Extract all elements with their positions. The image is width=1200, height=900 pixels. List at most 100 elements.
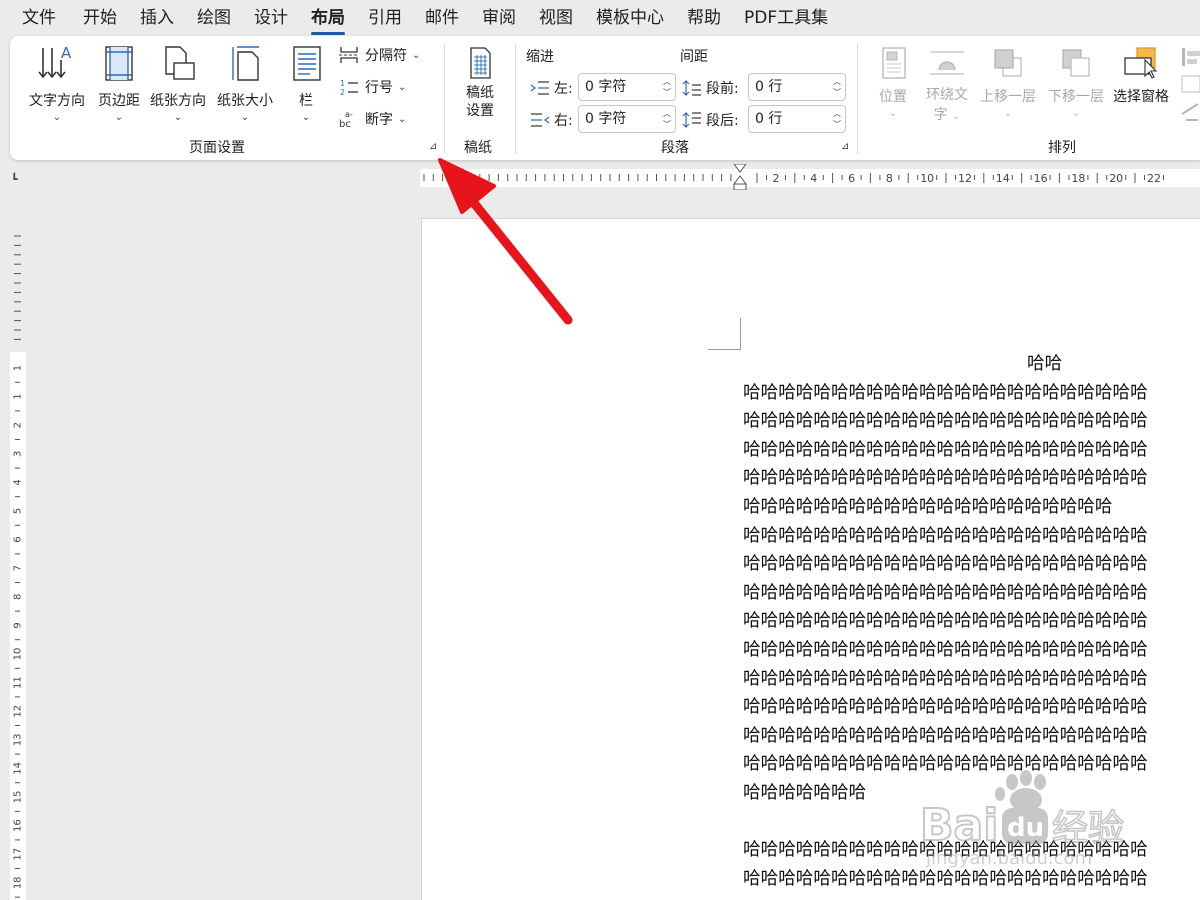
tab-home[interactable]: 开始 bbox=[83, 6, 117, 30]
document-line: 哈哈哈哈哈哈哈哈哈哈哈哈哈哈哈哈哈哈哈哈哈哈哈 bbox=[743, 725, 1148, 746]
chevron-down-icon: ⌄ bbox=[1071, 108, 1081, 119]
hyphenation-icon: a- bc bbox=[339, 110, 353, 129]
text-direction-icon: A bbox=[38, 44, 72, 79]
document-line: 哈哈哈哈哈哈哈哈哈哈哈哈哈哈哈哈哈哈哈哈哈哈哈 bbox=[743, 697, 1148, 718]
svg-text:A: A bbox=[61, 44, 72, 62]
vertical-ruler[interactable]: 112345678910111213141516171819 bbox=[8, 220, 26, 900]
indent-right-input[interactable]: 0 字符 ︿ ﹀ bbox=[578, 105, 676, 133]
watermark-url: jingyan.baidu.com bbox=[925, 848, 1092, 869]
tab-references[interactable]: 引用 bbox=[368, 6, 402, 30]
margin-crop-mark bbox=[708, 318, 741, 350]
page-setup-dialog-launcher-icon[interactable]: ⊿ bbox=[429, 142, 440, 153]
indent-left-input[interactable]: 0 字符 ︿ ﹀ bbox=[578, 73, 676, 101]
line-numbers-icon: 1 2 bbox=[340, 79, 358, 97]
ruler-number: 6 bbox=[13, 536, 24, 542]
chevron-down-icon: ⌄ bbox=[173, 112, 183, 123]
document-line: 哈哈哈哈哈哈哈哈哈哈哈哈哈哈哈哈哈哈哈哈哈哈哈 bbox=[743, 525, 1148, 546]
spacing-after-input[interactable]: 0 行 ︿ ﹀ bbox=[748, 105, 846, 133]
chevron-down-icon: ⌄ bbox=[114, 112, 124, 123]
ruler-number: 14 bbox=[996, 172, 1010, 185]
breaks-icon bbox=[339, 47, 359, 63]
document-line: 哈哈哈哈哈哈哈哈哈哈哈哈哈哈哈哈哈哈哈哈哈哈哈 bbox=[743, 639, 1148, 660]
paragraph-group-label: 段落 bbox=[661, 140, 689, 156]
document-line: 哈哈哈哈哈哈哈哈哈哈哈哈哈哈哈哈哈哈哈哈哈哈哈 bbox=[743, 554, 1148, 575]
ruler-number: 11 bbox=[13, 676, 24, 689]
manuscript-group-label: 稿纸 bbox=[464, 140, 492, 156]
selection-pane-button[interactable]: 选择窗格 bbox=[1110, 46, 1172, 106]
tab-review[interactable]: 审阅 bbox=[482, 6, 516, 30]
bring-forward-icon bbox=[994, 49, 1022, 77]
document-line: 哈哈哈哈哈哈哈哈哈哈哈哈哈哈哈哈哈哈哈哈哈哈哈 bbox=[743, 439, 1148, 460]
paper-size-button[interactable]: 纸张大小 ⌄ bbox=[213, 44, 277, 123]
ruler-number: 20 bbox=[1109, 172, 1123, 185]
arrange-group-label: 排列 bbox=[1048, 140, 1076, 156]
wrap-text-button[interactable]: 环绕文 字 ⌄ bbox=[920, 46, 974, 124]
tab-help[interactable]: 帮助 bbox=[687, 6, 721, 30]
send-backward-icon bbox=[1062, 49, 1090, 77]
tab-file[interactable]: 文件 bbox=[22, 6, 56, 30]
spinner-arrows-icon[interactable]: ︿ ﹀ bbox=[663, 76, 671, 98]
tab-view[interactable]: 视图 bbox=[539, 6, 573, 30]
position-button[interactable]: 位置 ⌄ bbox=[872, 46, 914, 119]
paragraph-dialog-launcher-icon[interactable]: ⊿ bbox=[841, 142, 852, 153]
document-line: 哈哈哈哈哈哈哈哈哈哈哈哈哈哈哈哈哈哈哈哈哈哈哈 bbox=[743, 468, 1148, 489]
columns-icon bbox=[293, 46, 321, 81]
chevron-down-icon: ⌄ bbox=[398, 81, 407, 93]
ruler-number: 15 bbox=[13, 791, 24, 804]
margins-button[interactable]: 页边距 ⌄ bbox=[94, 44, 144, 123]
spinner-arrows-icon[interactable]: ︿ ﹀ bbox=[833, 108, 841, 130]
ruler-number: 2 bbox=[773, 172, 780, 185]
ruler-number: 7 bbox=[13, 565, 24, 571]
tab-template-center[interactable]: 模板中心 bbox=[596, 6, 664, 30]
group-divider bbox=[444, 44, 445, 154]
document-line: 哈哈哈哈哈哈哈哈哈哈哈哈哈哈哈哈哈哈哈哈哈哈哈 bbox=[743, 582, 1148, 603]
tab-design[interactable]: 设计 bbox=[254, 6, 288, 30]
margins-icon bbox=[105, 46, 133, 81]
ruler-number: 18 bbox=[13, 876, 24, 889]
ruler-number: 18 bbox=[1071, 172, 1085, 185]
ruler-number: 1 bbox=[13, 365, 24, 371]
send-backward-button[interactable]: 下移一层 ⌄ bbox=[1044, 46, 1108, 119]
text-direction-button[interactable]: A 文字方向 ⌄ bbox=[24, 44, 90, 123]
document-line: 哈哈哈哈哈哈哈哈哈哈哈哈哈哈哈哈哈哈哈哈哈哈哈 bbox=[743, 382, 1148, 403]
hyphenation-button[interactable]: a- bc 断字 ⌄ bbox=[338, 109, 406, 129]
indent-right-icon bbox=[531, 113, 550, 127]
svg-text:a-: a- bbox=[345, 110, 353, 119]
manuscript-setup-button[interactable]: 稿纸 设置 bbox=[456, 46, 504, 120]
line-numbers-button[interactable]: 1 2 行号 ⌄ bbox=[338, 77, 406, 97]
position-icon bbox=[882, 47, 906, 79]
selection-pane-icon bbox=[1124, 47, 1158, 79]
chevron-down-icon: ⌄ bbox=[301, 112, 311, 123]
document-line: 哈哈哈哈哈哈哈哈哈哈哈哈哈哈哈哈哈哈哈哈哈哈哈 bbox=[743, 668, 1148, 689]
group-divider bbox=[515, 44, 516, 154]
ruler-number: 1 bbox=[13, 393, 24, 399]
tab-selector-icon[interactable]: ┗ bbox=[11, 173, 18, 186]
ruler-number: 3 bbox=[13, 451, 24, 457]
align-button[interactable] bbox=[1178, 46, 1200, 130]
spacing-after-label: 段后: bbox=[682, 110, 739, 130]
indent-header: 缩进 bbox=[526, 49, 554, 65]
tab-pdf-tools[interactable]: PDF工具集 bbox=[744, 6, 828, 30]
tab-mailings[interactable]: 邮件 bbox=[425, 6, 459, 30]
align-icon bbox=[1181, 48, 1200, 121]
chevron-down-icon: ⌄ bbox=[412, 49, 421, 61]
columns-button[interactable]: 栏 ⌄ bbox=[286, 44, 326, 123]
tab-insert[interactable]: 插入 bbox=[140, 6, 174, 30]
indent-left-label: 左: bbox=[530, 78, 573, 98]
spinner-arrows-icon[interactable]: ︿ ﹀ bbox=[833, 76, 841, 98]
breaks-button[interactable]: 分隔符 ⌄ bbox=[338, 45, 420, 65]
bring-forward-button[interactable]: 上移一层 ⌄ bbox=[976, 46, 1040, 119]
tab-draw[interactable]: 绘图 bbox=[197, 6, 231, 30]
ruler-number: 10 bbox=[920, 172, 934, 185]
ruler-number: 10 bbox=[13, 648, 24, 661]
spacing-before-input[interactable]: 0 行 ︿ ﹀ bbox=[748, 73, 846, 101]
watermark-jingyan: 经验 bbox=[1052, 808, 1124, 849]
tab-layout[interactable]: 布局 bbox=[311, 6, 345, 35]
indent-left-icon bbox=[530, 81, 549, 95]
spinner-arrows-icon[interactable]: ︿ ﹀ bbox=[663, 108, 671, 130]
horizontal-ruler[interactable]: 2 4 6 8 10 12 14 16 18 20 22 bbox=[420, 164, 1200, 190]
svg-text:2: 2 bbox=[340, 88, 345, 97]
chevron-down-icon: ⌄ bbox=[952, 111, 961, 122]
orientation-button[interactable]: 纸张方向 ⌄ bbox=[146, 44, 210, 123]
ruler-number: 22 bbox=[1147, 172, 1161, 185]
